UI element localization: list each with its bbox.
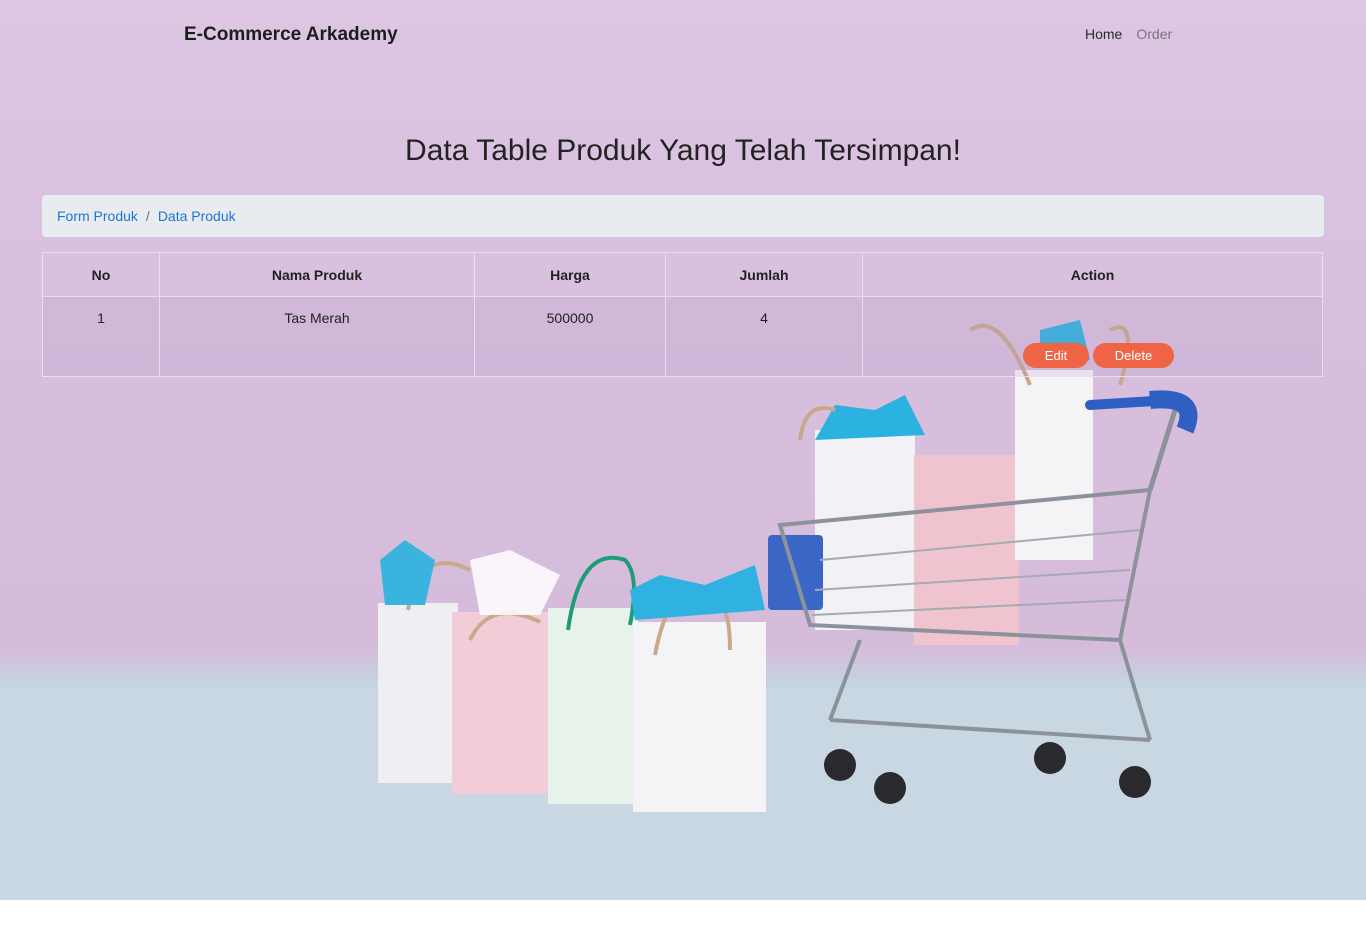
table-header-row: No Nama Produk Harga Jumlah Action bbox=[42, 252, 1323, 297]
bag-mint-1 bbox=[548, 555, 638, 804]
navbar: E-Commerce Arkademy Home Order bbox=[0, 14, 1366, 56]
header-action: Action bbox=[862, 252, 1323, 297]
table-row: 1 Tas Merah 500000 4 Edit Delete bbox=[42, 296, 1323, 377]
nav-home-link[interactable]: Home bbox=[1085, 26, 1122, 42]
header-harga: Harga bbox=[474, 252, 666, 297]
page-background: E-Commerce Arkademy Home Order Data Tabl… bbox=[0, 0, 1366, 900]
cell-no: 1 bbox=[42, 296, 160, 377]
edit-button[interactable]: Edit bbox=[1023, 343, 1089, 368]
breadcrumb-form-produk[interactable]: Form Produk bbox=[57, 208, 138, 224]
bag-white-2 bbox=[630, 565, 766, 812]
cell-action: Edit Delete bbox=[862, 296, 1323, 377]
cell-harga: 500000 bbox=[474, 296, 666, 377]
breadcrumb-data-produk[interactable]: Data Produk bbox=[158, 208, 236, 224]
page-title: Data Table Produk Yang Telah Tersimpan! bbox=[405, 134, 961, 167]
header-nama-produk: Nama Produk bbox=[159, 252, 475, 297]
cell-jumlah: 4 bbox=[665, 296, 863, 377]
brand-logo[interactable]: E-Commerce Arkademy bbox=[184, 24, 398, 46]
breadcrumb: Form Produk / Data Produk bbox=[42, 195, 1324, 237]
bag-pink-1 bbox=[452, 550, 560, 794]
cell-nama-produk: Tas Merah bbox=[159, 296, 475, 377]
nav-links: Home Order bbox=[1085, 26, 1172, 42]
header-no: No bbox=[42, 252, 160, 297]
breadcrumb-separator: / bbox=[145, 208, 150, 224]
nav-order-link[interactable]: Order bbox=[1136, 26, 1172, 42]
delete-button[interactable]: Delete bbox=[1093, 343, 1174, 368]
products-table: No Nama Produk Harga Jumlah Action 1 Tas… bbox=[42, 252, 1323, 377]
header-jumlah: Jumlah bbox=[665, 252, 863, 297]
